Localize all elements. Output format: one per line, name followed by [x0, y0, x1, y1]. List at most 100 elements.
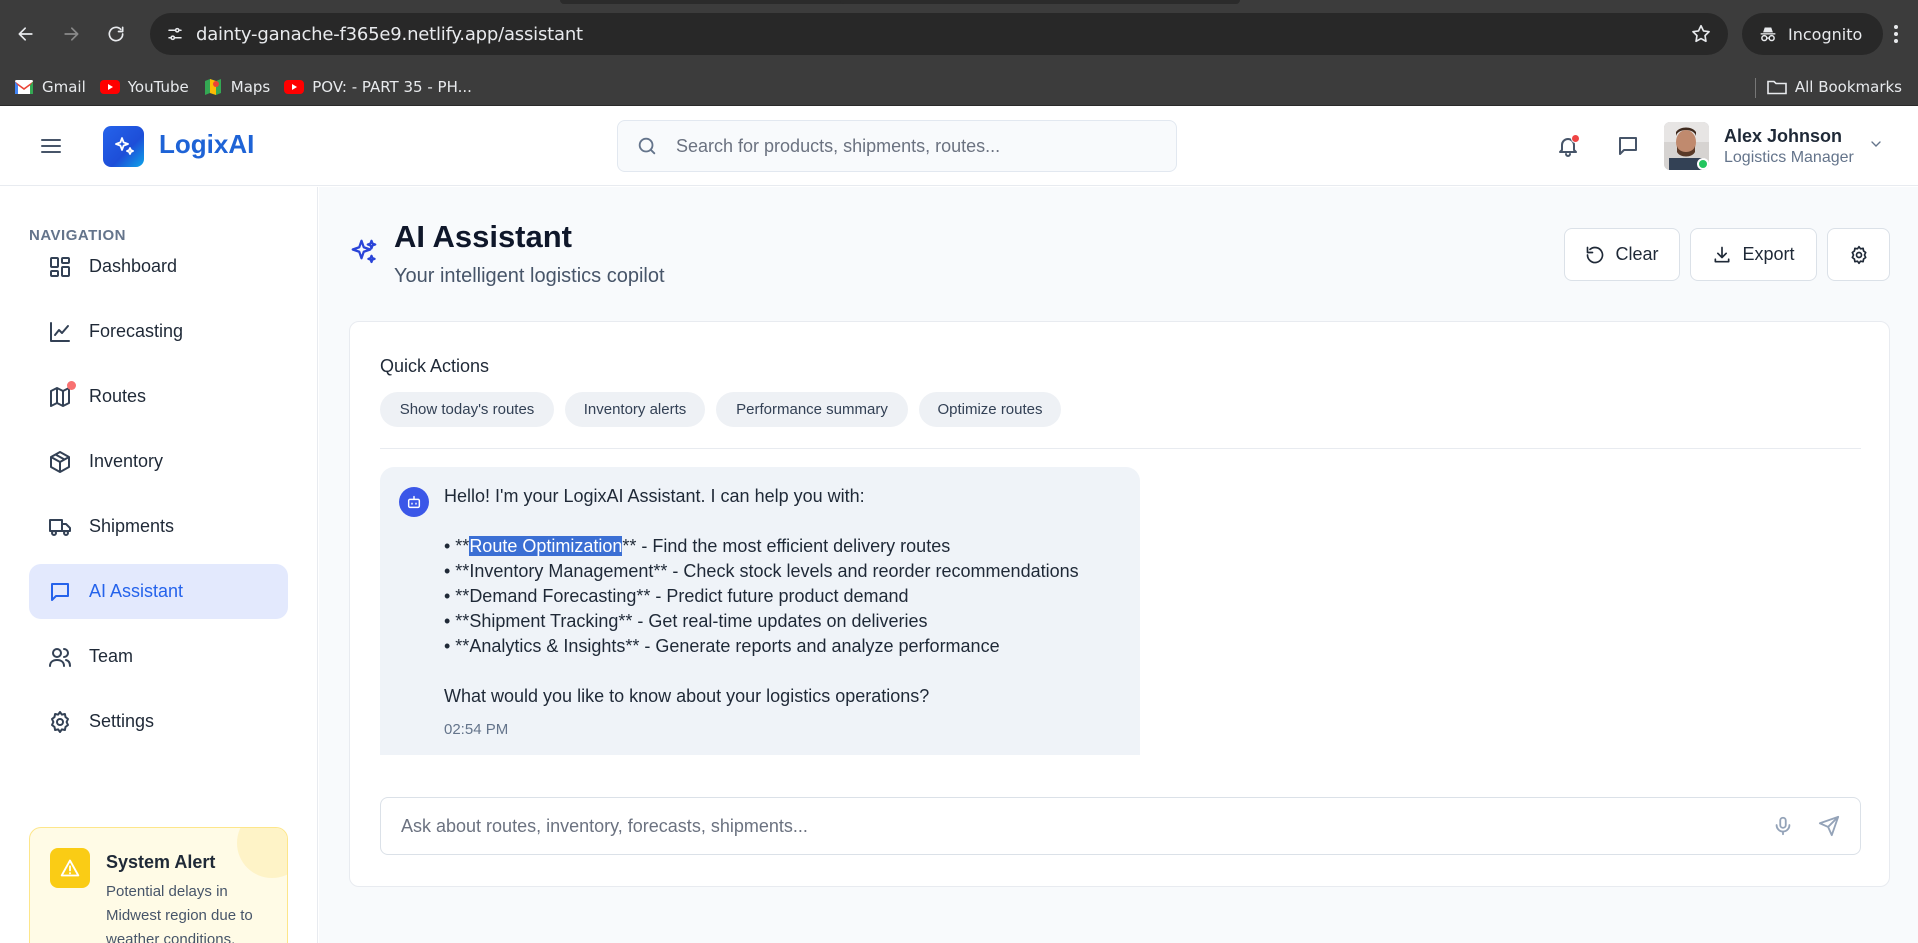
- sidebar-item-forecasting[interactable]: Forecasting: [29, 304, 288, 359]
- bookmark-star-icon[interactable]: [1690, 23, 1712, 45]
- sidebar-item-ai-assistant[interactable]: AI Assistant: [29, 564, 288, 619]
- sidebar-item-label: Forecasting: [89, 321, 184, 341]
- bookmark-label: YouTube: [127, 77, 189, 96]
- sidebar-item-team[interactable]: Team: [29, 629, 288, 684]
- browser-menu-button[interactable]: [1882, 20, 1910, 48]
- youtube-icon: [99, 79, 120, 95]
- users-icon: [48, 645, 72, 669]
- bookmarks-divider: [1755, 78, 1756, 98]
- search-icon: [638, 137, 656, 155]
- all-bookmarks-button[interactable]: All Bookmarks: [1767, 68, 1902, 106]
- bookmarks-bar: Gmail YouTube Maps POV: - PART 35 - PH..…: [0, 68, 1918, 106]
- quick-action-chip[interactable]: Performance summary: [716, 392, 908, 427]
- quick-action-chip[interactable]: Optimize routes: [919, 392, 1061, 427]
- address-bar[interactable]: dainty-ganache-f365e9.netlify.app/assist…: [150, 13, 1728, 55]
- sidebar-item-settings[interactable]: Settings: [29, 694, 288, 749]
- chart-line-icon: [48, 320, 72, 344]
- sidebar-item-label: Dashboard: [89, 256, 178, 276]
- search-input[interactable]: [676, 135, 1156, 157]
- sidebar-item-inventory[interactable]: Inventory: [29, 434, 288, 489]
- url-text: dainty-ganache-f365e9.netlify.app/assist…: [196, 23, 583, 45]
- youtube-icon: [284, 79, 305, 95]
- download-icon: [1714, 246, 1730, 262]
- alert-title: System Alert: [106, 852, 216, 872]
- sidebar-item-label: Team: [89, 646, 134, 666]
- microphone-icon[interactable]: [1772, 815, 1794, 837]
- text-segment: • **: [444, 536, 470, 556]
- menu-icon[interactable]: [38, 134, 64, 158]
- message-square-icon: [1619, 137, 1637, 155]
- brand-name[interactable]: LogixAI: [159, 129, 254, 160]
- bookmark-label: POV: - PART 35 - PH...: [312, 77, 472, 96]
- forward-button[interactable]: [57, 20, 85, 48]
- sidebar-item-label: Inventory: [89, 451, 164, 471]
- bookmark-gmail[interactable]: Gmail: [14, 78, 86, 96]
- alert-glow: [237, 828, 287, 878]
- user-role: Logistics Manager: [1724, 149, 1854, 166]
- page-title: AI Assistant: [394, 219, 573, 254]
- truck-icon: [48, 515, 72, 539]
- notifications-button[interactable]: [1552, 130, 1584, 162]
- alert-text: Potential delays in Midwest region due t…: [106, 883, 253, 943]
- message-line: Hello! I'm your LogixAI Assistant. I can…: [444, 486, 865, 506]
- message-line: What would you like to know about your l…: [444, 686, 930, 706]
- routes-alert-dot: [67, 380, 76, 390]
- site-settings-icon[interactable]: [164, 23, 186, 45]
- clear-label: Clear: [1615, 244, 1659, 264]
- bot-icon: [399, 487, 429, 517]
- sidebar-item-label: Routes: [89, 386, 147, 406]
- bookmark-label: Maps: [230, 77, 271, 96]
- all-bookmarks-label: All Bookmarks: [1794, 78, 1902, 96]
- online-status-dot: [1697, 158, 1709, 170]
- bookmark-maps[interactable]: Maps: [203, 78, 270, 96]
- message-line: • **Analytics & Insights** - Generate re…: [444, 636, 1000, 656]
- quick-action-chip[interactable]: Show today's routes: [380, 392, 554, 427]
- send-icon[interactable]: [1818, 815, 1840, 837]
- message-square-icon: [48, 580, 72, 604]
- back-button[interactable]: [12, 20, 40, 48]
- gmail-icon: [14, 79, 34, 95]
- map-icon: [48, 380, 76, 409]
- message-gap: [444, 509, 1079, 534]
- chevron-down-icon[interactable]: [1868, 136, 1884, 152]
- sidebar-item-routes[interactable]: Routes: [29, 369, 288, 424]
- warning-icon: [50, 848, 90, 888]
- more-vertical-icon: [1894, 25, 1898, 43]
- browser-toolbar: dainty-ganache-f365e9.netlify.app/assist…: [0, 0, 1918, 68]
- arrow-right-icon: [64, 27, 79, 41]
- bookmark-label: Gmail: [42, 77, 86, 96]
- chat-panel: Quick Actions Show today's routes Invent…: [349, 321, 1890, 887]
- export-label: Export: [1742, 244, 1795, 264]
- export-button[interactable]: Export: [1690, 228, 1817, 281]
- notification-dot: [1571, 134, 1580, 143]
- sidebar-item-dashboard[interactable]: Dashboard: [29, 239, 288, 294]
- sidebar-item-shipments[interactable]: Shipments: [29, 499, 288, 554]
- system-alert-card: System Alert Potential delays in Midwest…: [29, 827, 288, 943]
- rotate-ccw-icon: [1587, 246, 1604, 263]
- message-timestamp: 02:54 PM: [444, 721, 509, 738]
- quick-actions-title: Quick Actions: [380, 356, 490, 376]
- incognito-label: Incognito: [1788, 24, 1863, 44]
- page-subtitle: Your intelligent logistics copilot: [394, 265, 665, 287]
- settings-button[interactable]: [1827, 228, 1890, 281]
- chat-input[interactable]: [401, 815, 1741, 837]
- clear-button[interactable]: Clear: [1564, 228, 1680, 281]
- bookmark-pov-video[interactable]: POV: - PART 35 - PH...: [284, 78, 472, 96]
- messages-button[interactable]: [1612, 130, 1644, 162]
- bookmark-youtube[interactable]: YouTube: [99, 77, 189, 96]
- message-line: • **Shipment Tracking** - Get real-time …: [444, 611, 928, 631]
- global-search[interactable]: [617, 120, 1177, 172]
- user-name[interactable]: Alex Johnson: [1724, 126, 1842, 147]
- sidebar: NAVIGATION Dashboard Forecasting Routes …: [0, 187, 318, 943]
- maps-icon: [203, 78, 223, 95]
- main-content: AI Assistant Your intelligent logistics …: [319, 187, 1918, 943]
- message-text: Hello! I'm your LogixAI Assistant. I can…: [444, 484, 1079, 709]
- message-line: • **Inventory Management** - Check stock…: [444, 561, 1079, 581]
- dashboard-icon: [48, 255, 72, 279]
- tab-edge: [560, 0, 860, 4]
- reload-button[interactable]: [102, 20, 130, 48]
- incognito-indicator[interactable]: Incognito: [1742, 13, 1883, 55]
- quick-action-chip[interactable]: Inventory alerts: [565, 392, 705, 427]
- logo-icon: [103, 126, 144, 167]
- chat-composer[interactable]: [380, 797, 1861, 855]
